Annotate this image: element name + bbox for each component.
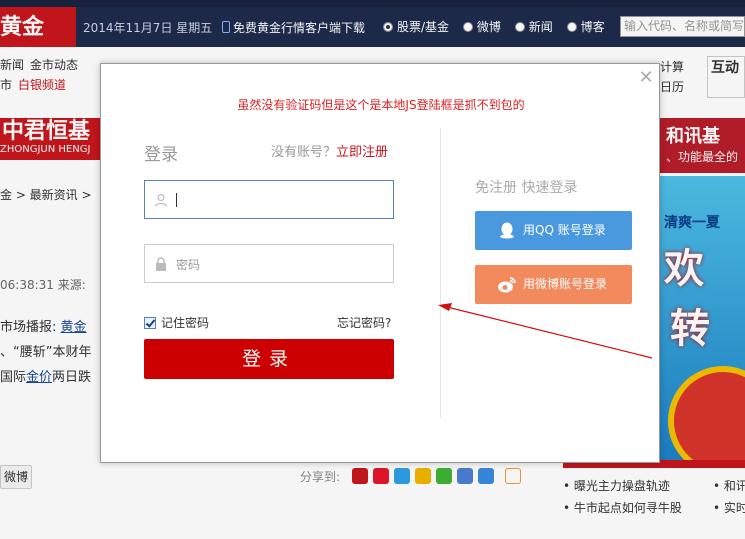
modal-notice: 虽然没有验证码但是这个是本地JS登陆框是抓不到包的 [237, 98, 525, 112]
user-icon [154, 193, 168, 207]
quick-login-title: 免注册 快速登录 [475, 180, 578, 196]
login-button[interactable]: 登录 [144, 339, 394, 379]
login-modal: ✕ 虽然没有验证码但是这个是本地JS登陆框是抓不到包的 登录 没有账号？立即注册… [100, 63, 660, 463]
forgot-password-link[interactable]: 忘记密码? [337, 314, 391, 331]
qq-login-button[interactable]: 用QQ 账号登录 [475, 211, 632, 250]
remember-password[interactable]: 记住密码 [144, 314, 209, 331]
no-account-text: 没有账号？立即注册 [271, 141, 388, 160]
login-title: 登录 [144, 145, 178, 165]
qq-icon [500, 222, 514, 239]
weibo-login-label: 用微博账号登录 [523, 277, 608, 291]
no-account-label: 没有账号？ [271, 145, 337, 160]
register-link[interactable]: 立即注册 [336, 145, 388, 160]
qq-login-label: 用QQ 账号登录 [523, 223, 606, 237]
username-field[interactable] [144, 180, 394, 219]
password-field[interactable]: 密码 [144, 244, 394, 283]
password-placeholder: 密码 [176, 258, 201, 272]
weibo-login-button[interactable]: 用微博账号登录 [475, 265, 632, 304]
modal-divider [440, 128, 441, 418]
remember-checkbox[interactable] [144, 317, 156, 329]
remember-label: 记住密码 [161, 316, 210, 330]
lock-icon [156, 257, 166, 271]
close-icon[interactable]: ✕ [638, 69, 654, 87]
text-caret [176, 193, 177, 207]
weibo-icon [498, 277, 516, 293]
